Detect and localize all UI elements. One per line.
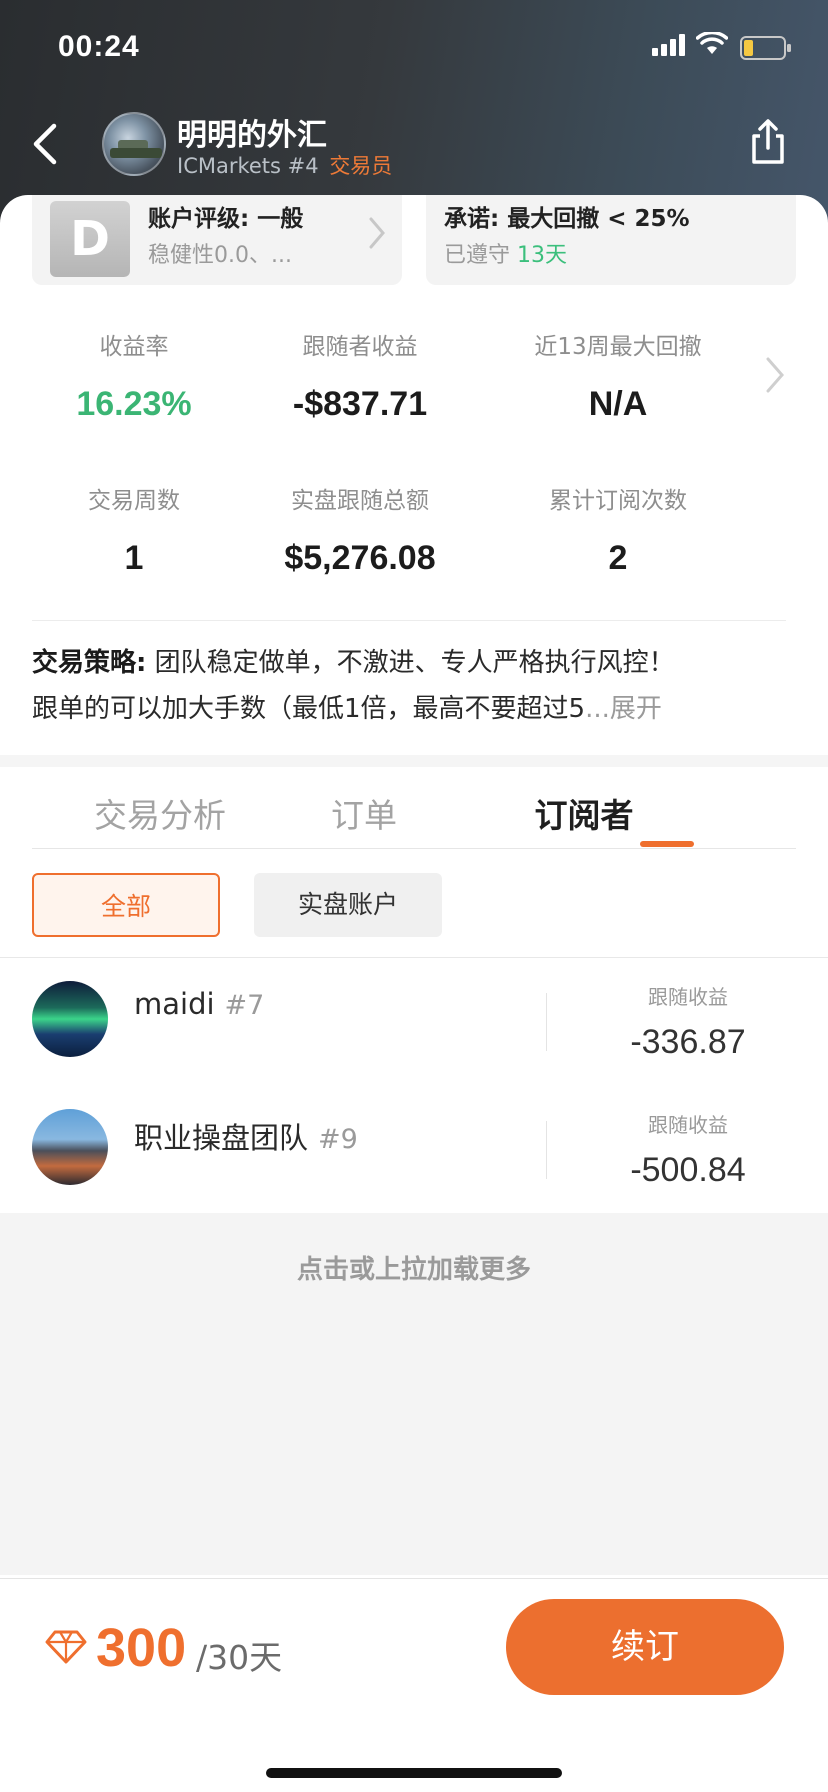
trader-avatar[interactable] bbox=[102, 112, 166, 176]
strategy-line2-text: 跟单的可以加大手数（最低1倍，最高不要超过5 bbox=[32, 694, 586, 724]
chevron-right-icon bbox=[369, 217, 385, 249]
divider bbox=[32, 620, 786, 621]
trader-name: 明明的外汇 bbox=[177, 118, 327, 153]
promise-card[interactable]: 承诺: 最大回撤 < 25% 已遵守 13天 bbox=[426, 195, 796, 285]
section-gap bbox=[0, 755, 828, 767]
chevron-left-icon bbox=[33, 123, 57, 165]
wifi-icon bbox=[695, 30, 729, 60]
subscriber-name-line: 职业操盘团队 #9 bbox=[134, 1115, 358, 1157]
status-time: 00:24 bbox=[58, 30, 140, 63]
price-period: /30天 bbox=[196, 1638, 283, 1677]
stat-label: 近13周最大回撤 bbox=[534, 334, 702, 360]
stat-label: 实盘跟随总额 bbox=[291, 488, 429, 514]
filter-all[interactable]: 全部 bbox=[32, 873, 220, 937]
chevron-right-icon[interactable] bbox=[762, 355, 788, 395]
share-icon bbox=[752, 119, 784, 164]
role-tag: 交易员 bbox=[329, 154, 393, 178]
load-more-button[interactable]: 点击或上拉加载更多 bbox=[0, 1249, 828, 1286]
stat-value: 16.23% bbox=[76, 385, 192, 423]
share-button[interactable] bbox=[744, 116, 792, 168]
stat-label: 交易周数 bbox=[88, 488, 180, 514]
stat-max-drawdown: 近13周最大回撤 N/A bbox=[508, 327, 728, 424]
metric-label: 跟随收益 bbox=[648, 1113, 728, 1137]
rating-sub: 稳健性0.0、... bbox=[148, 243, 292, 268]
broker-label: ICMarkets #4 bbox=[177, 154, 319, 178]
avatar bbox=[32, 981, 108, 1057]
info-cards: D 账户评级: 一般 稳健性0.0、... 承诺: 最大回撤 < 25% 已遵守… bbox=[32, 195, 796, 291]
load-more-area: 点击或上拉加载更多 bbox=[0, 1213, 828, 1575]
rating-title: 账户评级: 一般 bbox=[148, 206, 304, 232]
promise-days: 13天 bbox=[517, 243, 568, 268]
active-tab-indicator bbox=[640, 841, 694, 847]
strategy-line-1: 交易策略: 团队稳定做单，不激进、专人严格执行风控！ bbox=[32, 640, 792, 686]
tab-orders[interactable]: 订单 bbox=[264, 789, 464, 837]
strategy-ellipsis: ... bbox=[585, 694, 610, 724]
promise-title: 承诺: 最大回撤 < 25% bbox=[444, 206, 690, 232]
strategy-label: 交易策略: bbox=[32, 648, 147, 678]
list-item[interactable]: 职业操盘团队 #9 跟随收益 -500.84 bbox=[0, 1087, 828, 1215]
diamond-icon bbox=[45, 1630, 87, 1664]
subscriber-name: maidi bbox=[134, 987, 215, 1021]
home-indicator[interactable] bbox=[266, 1768, 562, 1778]
metric-value: -336.87 bbox=[630, 1023, 746, 1061]
divider bbox=[0, 957, 828, 958]
avatar bbox=[32, 1109, 108, 1185]
stat-value: 1 bbox=[124, 539, 144, 577]
strategy-line1-text: 团队稳定做单，不激进、专人严格执行风控！ bbox=[154, 648, 675, 678]
stat-subscription-count: 累计订阅次数 2 bbox=[508, 481, 728, 578]
back-button[interactable] bbox=[24, 118, 72, 170]
stat-label: 收益率 bbox=[99, 334, 169, 360]
cellular-signal-icon bbox=[652, 34, 688, 60]
stat-value: -$837.71 bbox=[292, 385, 428, 423]
broker-info: ICMarkets #4 交易员 bbox=[177, 150, 392, 180]
divider bbox=[546, 993, 547, 1051]
list-item[interactable]: maidi #7 跟随收益 -336.87 bbox=[0, 959, 828, 1087]
stat-value: $5,276.08 bbox=[284, 539, 436, 577]
price: 300 bbox=[96, 1618, 187, 1678]
stat-value: 2 bbox=[608, 539, 628, 577]
expand-link[interactable]: 展开 bbox=[610, 694, 662, 724]
tab-bar: 交易分析 订单 订阅者 bbox=[32, 767, 796, 849]
renew-button[interactable]: 续订 bbox=[506, 1599, 784, 1695]
battery-icon bbox=[740, 36, 792, 64]
stat-trading-weeks: 交易周数 1 bbox=[24, 481, 244, 578]
tab-subscribers[interactable]: 订阅者 bbox=[484, 789, 684, 837]
main-content: D 账户评级: 一般 稳健性0.0、... 承诺: 最大回撤 < 25% 已遵守… bbox=[0, 195, 828, 1575]
account-rating-card[interactable]: D 账户评级: 一般 稳健性0.0、... bbox=[32, 195, 402, 285]
subscriber-name-line: maidi #7 bbox=[134, 987, 264, 1021]
metric-label: 跟随收益 bbox=[648, 985, 728, 1009]
strategy-line-2: 跟单的可以加大手数（最低1倍，最高不要超过5...展开 bbox=[32, 686, 792, 732]
bottom-bar: 300 /30天 续订 bbox=[0, 1578, 828, 1792]
stat-label: 累计订阅次数 bbox=[549, 488, 687, 514]
stat-label: 跟随者收益 bbox=[302, 334, 418, 360]
subscriber-name: 职业操盘团队 bbox=[134, 1121, 309, 1155]
tab-trade-analysis[interactable]: 交易分析 bbox=[60, 789, 260, 837]
promise-sub: 已遵守 13天 bbox=[444, 237, 567, 269]
status-bar: 00:24 bbox=[0, 0, 828, 100]
promise-sub-prefix: 已遵守 bbox=[444, 243, 511, 268]
stat-return-rate: 收益率 16.23% bbox=[24, 327, 244, 424]
subscriber-rank: #9 bbox=[318, 1124, 358, 1155]
stat-value: N/A bbox=[588, 385, 648, 423]
grade-badge: D bbox=[50, 201, 130, 277]
strategy-text: 交易策略: 团队稳定做单，不激进、专人严格执行风控！ 跟单的可以加大手数（最低1… bbox=[32, 640, 792, 732]
stat-follower-profit: 跟随者收益 -$837.71 bbox=[250, 327, 470, 424]
stat-follow-total: 实盘跟随总额 $5,276.08 bbox=[250, 481, 470, 578]
subscriber-rank: #7 bbox=[224, 990, 265, 1021]
filter-live-account[interactable]: 实盘账户 bbox=[254, 873, 442, 937]
stats-grid[interactable]: 收益率 16.23% 跟随者收益 -$837.71 近13周最大回撤 N/A 交… bbox=[0, 315, 828, 578]
nav-bar: 明明的外汇 ICMarkets #4 交易员 bbox=[0, 100, 828, 200]
metric-value: -500.84 bbox=[630, 1151, 746, 1189]
divider bbox=[546, 1121, 547, 1179]
